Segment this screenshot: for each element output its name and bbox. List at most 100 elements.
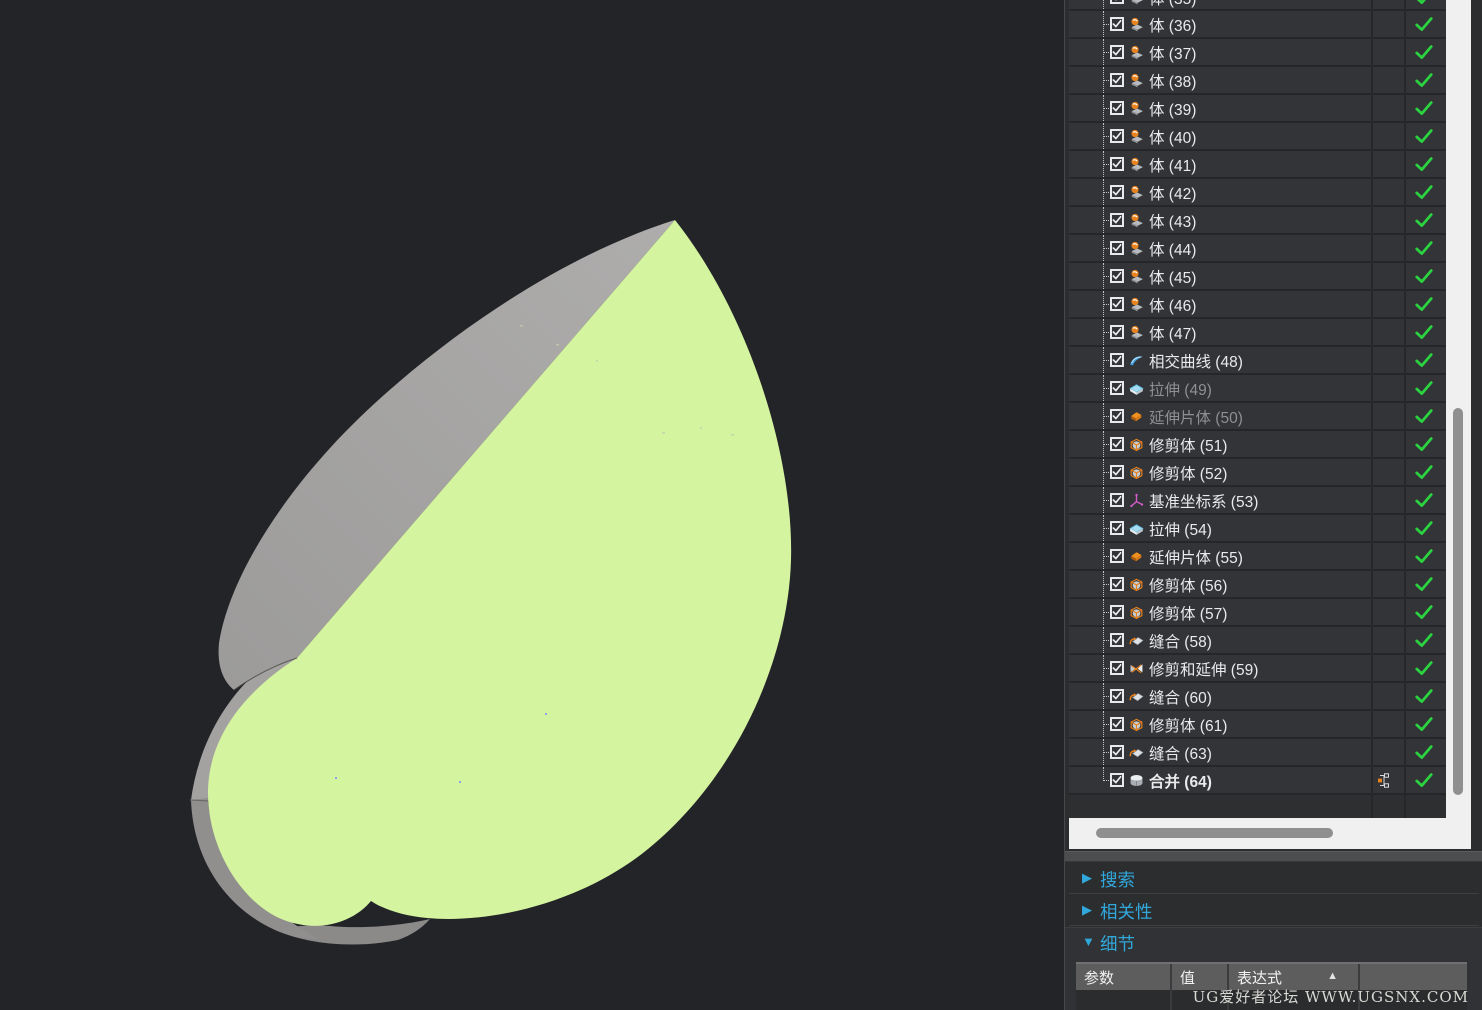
tree-horizontal-scrollbar[interactable]	[1069, 818, 1471, 849]
visibility-checkbox[interactable]	[1110, 437, 1124, 451]
visibility-checkbox[interactable]	[1110, 605, 1124, 619]
tree-row[interactable]: 相交曲线 (48)	[1069, 347, 1446, 375]
tree-row[interactable]: 体 (39)	[1069, 95, 1446, 123]
tree-row[interactable]: 体 (37)	[1069, 39, 1446, 67]
visibility-checkbox[interactable]	[1110, 101, 1124, 115]
feature-label[interactable]: 拉伸 (49)	[1149, 378, 1212, 400]
feature-label[interactable]: 修剪体 (61)	[1149, 714, 1227, 736]
tree-row[interactable]: 体 (44)	[1069, 235, 1446, 263]
feature-label[interactable]: 体 (35)	[1149, 0, 1196, 9]
visibility-checkbox[interactable]	[1110, 17, 1124, 31]
tree-row[interactable]: 体 (36)	[1069, 11, 1446, 39]
visibility-checkbox[interactable]	[1110, 325, 1124, 339]
feature-label[interactable]: 修剪和延伸 (59)	[1149, 658, 1258, 680]
feature-label[interactable]: 修剪体 (51)	[1149, 434, 1227, 456]
tree-row[interactable]: 缝合 (58)	[1069, 627, 1446, 655]
visibility-checkbox[interactable]	[1110, 297, 1124, 311]
visibility-checkbox[interactable]	[1110, 269, 1124, 283]
tree-row[interactable]: 修剪体 (57)	[1069, 599, 1446, 627]
tree-row[interactable]: 基准坐标系 (53)	[1069, 487, 1446, 515]
visibility-checkbox[interactable]	[1110, 409, 1124, 423]
feature-label[interactable]: 体 (43)	[1149, 210, 1196, 232]
column-header-parameter[interactable]: 参数	[1076, 964, 1172, 990]
visibility-checkbox[interactable]	[1110, 129, 1124, 143]
visibility-checkbox[interactable]	[1110, 381, 1124, 395]
feature-label[interactable]: 体 (44)	[1149, 238, 1196, 260]
feature-label[interactable]: 体 (39)	[1149, 98, 1196, 120]
tree-row[interactable]: 修剪体 (52)	[1069, 459, 1446, 487]
tree-row[interactable]: 修剪体 (61)	[1069, 711, 1446, 739]
tree-row[interactable]: 缝合 (63)	[1069, 739, 1446, 767]
visibility-checkbox[interactable]	[1110, 661, 1124, 675]
feature-label[interactable]: 基准坐标系 (53)	[1149, 490, 1258, 512]
visibility-checkbox[interactable]	[1110, 549, 1124, 563]
section-search[interactable]: ▶ 搜索	[1065, 864, 1482, 893]
feature-label[interactable]: 延伸片体 (55)	[1149, 546, 1243, 568]
tree-row[interactable]: 体 (47)	[1069, 319, 1446, 347]
tree-row[interactable]: 体 (42)	[1069, 179, 1446, 207]
feature-label[interactable]: 拉伸 (54)	[1149, 518, 1212, 540]
feature-label[interactable]: 缝合 (63)	[1149, 742, 1212, 764]
vertical-scrollbar-thumb[interactable]	[1453, 408, 1463, 795]
feature-label[interactable]: 修剪体 (57)	[1149, 602, 1227, 624]
visibility-checkbox[interactable]	[1110, 353, 1124, 367]
feature-label[interactable]: 体 (38)	[1149, 70, 1196, 92]
tree-row[interactable]: 修剪体 (56)	[1069, 571, 1446, 599]
feature-label[interactable]: 体 (42)	[1149, 182, 1196, 204]
feature-label[interactable]: 体 (37)	[1149, 42, 1196, 64]
visibility-checkbox[interactable]	[1110, 157, 1124, 171]
tree-row[interactable]: 体 (40)	[1069, 123, 1446, 151]
panel-splitter[interactable]	[1065, 851, 1482, 862]
visibility-checkbox[interactable]	[1110, 185, 1124, 199]
feature-label[interactable]: 体 (46)	[1149, 294, 1196, 316]
visibility-checkbox[interactable]	[1110, 773, 1124, 787]
feature-label[interactable]: 体 (36)	[1149, 14, 1196, 36]
tree-row[interactable]: 修剪和延伸 (59)	[1069, 655, 1446, 683]
visibility-checkbox[interactable]	[1110, 745, 1124, 759]
tree-row[interactable]: 修剪体 (51)	[1069, 431, 1446, 459]
visibility-checkbox[interactable]	[1110, 213, 1124, 227]
section-dependencies[interactable]: ▶ 相关性	[1065, 896, 1482, 925]
feature-label[interactable]: 缝合 (60)	[1149, 686, 1212, 708]
feature-label[interactable]: 相交曲线 (48)	[1149, 350, 1243, 372]
tree-row[interactable]: 体 (43)	[1069, 207, 1446, 235]
horizontal-scrollbar-thumb[interactable]	[1096, 828, 1333, 838]
visibility-checkbox[interactable]	[1110, 465, 1124, 479]
feature-label[interactable]: 修剪体 (56)	[1149, 574, 1227, 596]
feature-label[interactable]: 修剪体 (52)	[1149, 462, 1227, 484]
triangle-collapsed-icon[interactable]: ▶	[1082, 902, 1092, 918]
tree-row[interactable]: 体 (45)	[1069, 263, 1446, 291]
triangle-expanded-icon[interactable]: ▼	[1082, 934, 1095, 949]
3d-viewport[interactable]	[0, 0, 1064, 1010]
visibility-checkbox[interactable]	[1110, 241, 1124, 255]
tree-row[interactable]: 拉伸 (49)	[1069, 375, 1446, 403]
feature-label[interactable]: 合并 (64)	[1149, 770, 1212, 792]
visibility-checkbox[interactable]	[1110, 633, 1124, 647]
visibility-checkbox[interactable]	[1110, 577, 1124, 591]
feature-label[interactable]: 体 (47)	[1149, 322, 1196, 344]
tree-vertical-scrollbar[interactable]	[1446, 0, 1471, 849]
feature-label[interactable]: 体 (41)	[1149, 154, 1196, 176]
tree-row[interactable]: 体 (38)	[1069, 67, 1446, 95]
tree-row[interactable]: 延伸片体 (55)	[1069, 543, 1446, 571]
tree-row[interactable]: 延伸片体 (50)	[1069, 403, 1446, 431]
triangle-collapsed-icon[interactable]: ▶	[1082, 870, 1092, 886]
visibility-checkbox[interactable]	[1110, 0, 1124, 4]
tree-row[interactable]: 拉伸 (54)	[1069, 515, 1446, 543]
tree-row[interactable]: 合并 (64)	[1069, 767, 1446, 795]
visibility-checkbox[interactable]	[1110, 73, 1124, 87]
visibility-checkbox[interactable]	[1110, 45, 1124, 59]
visibility-checkbox[interactable]	[1110, 689, 1124, 703]
feature-label[interactable]: 体 (45)	[1149, 266, 1196, 288]
visibility-checkbox[interactable]	[1110, 717, 1124, 731]
feature-label[interactable]: 缝合 (58)	[1149, 630, 1212, 652]
feature-label[interactable]: 体 (40)	[1149, 126, 1196, 148]
status-check-icon	[1414, 464, 1434, 481]
visibility-checkbox[interactable]	[1110, 521, 1124, 535]
tree-row[interactable]: 体 (35)	[1069, 0, 1446, 11]
tree-row[interactable]: 体 (41)	[1069, 151, 1446, 179]
visibility-checkbox[interactable]	[1110, 493, 1124, 507]
tree-row[interactable]: 体 (46)	[1069, 291, 1446, 319]
feature-label[interactable]: 延伸片体 (50)	[1149, 406, 1243, 428]
tree-row[interactable]: 缝合 (60)	[1069, 683, 1446, 711]
